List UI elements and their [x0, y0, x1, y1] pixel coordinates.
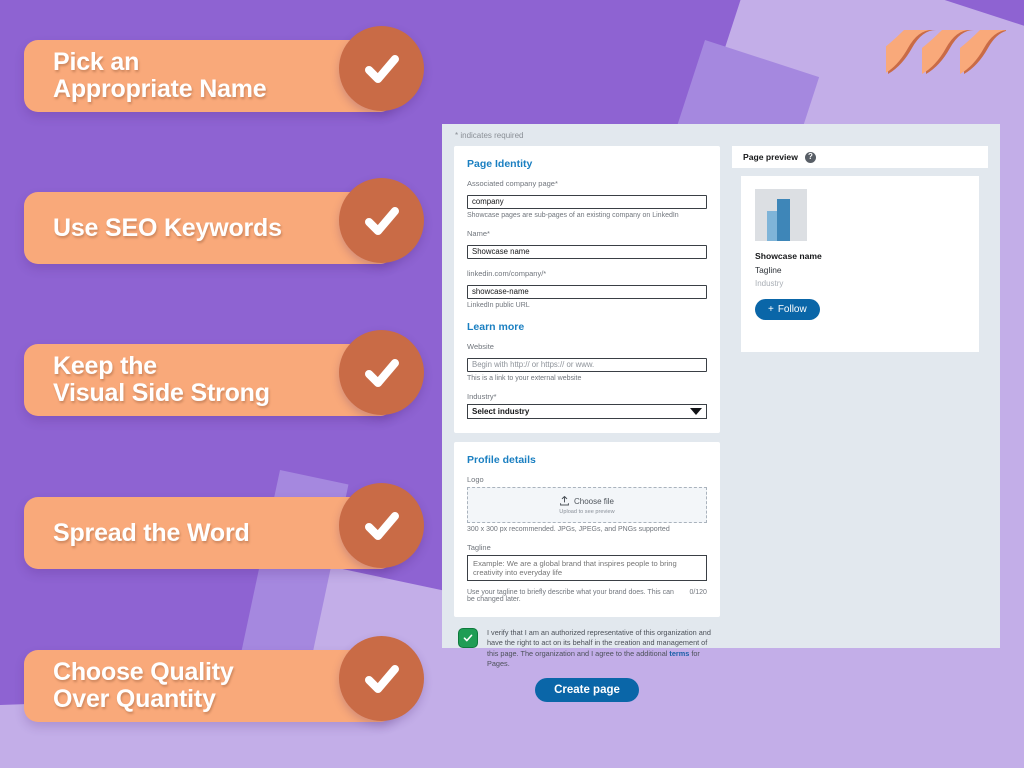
logo-dropzone[interactable]: Choose file Upload to see preview: [467, 487, 707, 523]
checklist-item-choose-quality-over-quantity[interactable]: Choose Quality Over Quantity: [24, 636, 424, 736]
industry-select[interactable]: Select industry: [467, 404, 707, 419]
checklist-pill[interactable]: Spread the Word: [24, 497, 394, 569]
checklist-item-label: Keep the Visual Side Strong: [53, 352, 270, 407]
image-placeholder-icon: [754, 189, 807, 241]
checklist-pill[interactable]: Keep the Visual Side Strong: [24, 344, 394, 416]
create-page-button[interactable]: Create page: [535, 678, 639, 703]
preview-showcase-name: Showcase name: [754, 251, 822, 261]
field-helper: Showcase pages are sub-pages of an exist…: [467, 212, 679, 219]
field-tagline: Tagline Use your tagline to briefly desc…: [467, 543, 707, 603]
check-icon: [339, 178, 424, 263]
checklist-item-pick-an-appropriate-name[interactable]: Pick an Appropriate Name: [24, 26, 424, 126]
field-label: Logo: [467, 475, 484, 484]
checklist-item-use-seo-keywords[interactable]: Use SEO Keywords: [24, 178, 424, 278]
field-label: Industry*: [467, 392, 497, 401]
verification-row: I verify that I am an authorized represe…: [454, 626, 720, 669]
follow-label: Follow: [777, 304, 807, 315]
preview-tagline: Tagline: [754, 265, 782, 275]
choose-file-label: Choose file: [573, 497, 614, 506]
checklist-pill[interactable]: Pick an Appropriate Name: [24, 40, 394, 112]
upload-sub-label: Upload to see preview: [559, 508, 615, 515]
field-label: linkedin.com/company/*: [467, 269, 547, 278]
profile-details-card: Profile details Logo Choose file Upload …: [454, 442, 720, 617]
checklist-item-label: Spread the Word: [53, 518, 250, 547]
check-icon: [339, 26, 424, 111]
public-url-input[interactable]: [467, 284, 707, 299]
placeholder-bar-tall: [776, 199, 790, 241]
upload-icon: [560, 495, 569, 508]
check-icon: [339, 636, 424, 721]
tagline-counter: 0/120: [689, 589, 707, 596]
field-public-url: linkedin.com/company/* LinkedIn public U…: [467, 269, 707, 309]
field-label: Tagline: [467, 543, 491, 552]
follow-button[interactable]: + Follow: [754, 299, 820, 320]
website-input[interactable]: [467, 357, 707, 372]
terms-link[interactable]: terms: [669, 649, 689, 658]
section-title-page-identity: Page Identity: [467, 158, 533, 170]
field-helper: 300 x 300 px recommended. JPGs, JPEGs, a…: [467, 526, 670, 533]
preview-column: Page preview ? Showcase name Tagline Ind…: [731, 146, 988, 706]
submit-row: Create page: [454, 678, 720, 706]
checklist-item-label: Choose Quality Over Quantity: [53, 658, 234, 713]
verification-text: I verify that I am an authorized represe…: [487, 628, 714, 669]
plus-icon: +: [767, 304, 774, 315]
checklist: Pick an Appropriate Name Use SEO Keyword…: [0, 0, 440, 768]
preview-industry: Industry: [754, 279, 784, 288]
field-associated-company-page: Associated company page* Showcase pages …: [467, 179, 707, 219]
check-icon: [339, 330, 424, 415]
field-helper: This is a link to your external website: [467, 375, 582, 382]
field-label: Associated company page*: [467, 179, 558, 188]
field-logo: Logo Choose file Upload to see preview 3…: [467, 475, 707, 533]
page-identity-card: Page Identity Associated company page* S…: [454, 146, 720, 433]
slide-canvas: Pick an Appropriate Name Use SEO Keyword…: [0, 0, 1024, 768]
field-helper: LinkedIn public URL: [467, 302, 530, 309]
check-icon: [339, 483, 424, 568]
checklist-item-spread-the-word[interactable]: Spread the Word: [24, 483, 424, 583]
field-label: Website: [467, 342, 494, 351]
section-title-learn-more: Learn more: [467, 321, 525, 333]
question-mark-icon[interactable]: ?: [804, 151, 816, 163]
preview-title: Page preview: [742, 152, 798, 162]
required-note: * indicates required: [455, 131, 524, 140]
section-title-profile-details: Profile details: [467, 454, 536, 466]
field-name: Name*: [467, 229, 707, 259]
preview-header: Page preview ?: [731, 146, 988, 168]
tagline-textarea[interactable]: [467, 555, 707, 581]
field-helper: Use your tagline to briefly describe wha…: [467, 589, 674, 603]
chevron-down-icon: [689, 408, 702, 415]
form-column: Page Identity Associated company page* S…: [454, 146, 720, 706]
name-input[interactable]: [467, 244, 707, 259]
checklist-pill[interactable]: Use SEO Keywords: [24, 192, 394, 264]
linkedin-create-page-panel: * indicates required Page Identity Assoc…: [442, 124, 1000, 703]
field-website: Website This is a link to your external …: [467, 342, 707, 382]
verify-checkbox[interactable]: [458, 628, 478, 648]
checklist-item-label: Use SEO Keywords: [53, 213, 282, 242]
three-slash-logo: [884, 22, 1012, 82]
preview-card: Showcase name Tagline Industry + Follow: [740, 176, 979, 352]
checklist-pill[interactable]: Choose Quality Over Quantity: [24, 650, 394, 722]
checklist-item-label: Pick an Appropriate Name: [53, 48, 267, 103]
field-industry: Industry* Select industry: [467, 392, 707, 419]
checklist-item-keep-the-visual-side-strong[interactable]: Keep the Visual Side Strong: [24, 330, 424, 430]
associated-company-input[interactable]: [467, 194, 707, 209]
field-label: Name*: [467, 229, 490, 238]
